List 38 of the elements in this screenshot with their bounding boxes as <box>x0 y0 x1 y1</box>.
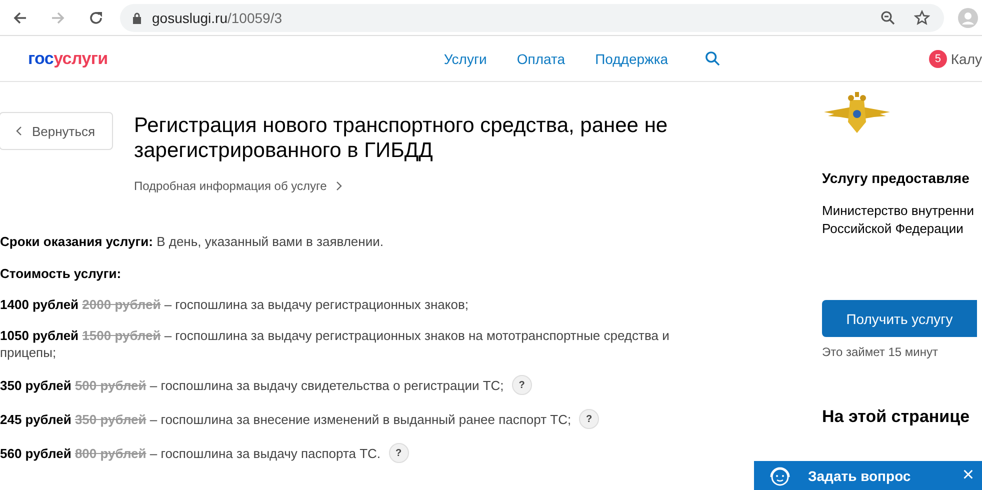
price-item: 245 рублей 350 рублей – госпошлина за внесение изменений в выданный ранее паспорт ТС; <box>0 410 572 428</box>
toc-heading: На этой странице <box>822 407 971 427</box>
star-icon[interactable] <box>914 10 930 26</box>
back-button[interactable]: Вернуться <box>0 112 113 150</box>
lock-icon <box>132 12 142 24</box>
get-service-button[interactable]: Получить услугу <box>822 300 977 337</box>
details-link[interactable]: Подробная информация об услуге <box>134 179 342 193</box>
chevron-right-icon <box>336 181 342 191</box>
price-item: 560 рублей 800 рублей – госпошлина за выдачу паспорта ТС. <box>0 444 381 462</box>
price-item: 350 рублей 500 рублей – госпошлина за выдачу свидетельства о регистрации ТС; <box>0 376 504 394</box>
support-agent-icon <box>768 464 792 486</box>
nav-link[interactable]: Услуги <box>444 50 487 66</box>
cost-label: Стоимость услуги: <box>0 265 122 282</box>
reload-icon[interactable] <box>88 10 104 26</box>
price-item: 1050 рублей 1500 рублей – госпошлина за выдачу регистрационных знаков на мототранспортные средства и прицепы; <box>0 327 670 361</box>
service-deadline: Сроки оказания услуги: В день, указанный вами в заявлении. <box>0 233 384 250</box>
logo[interactable]: госуслуги <box>28 48 108 68</box>
search-icon[interactable] <box>705 51 720 66</box>
url-text: gosuslugi.ru/10059/3 <box>152 10 282 26</box>
duration-note: Это займет 15 минут <box>822 345 939 359</box>
price-item: 1400 рублей 2000 рублей – госпошлина за выдачу регистрационных знаков; <box>0 296 468 313</box>
close-button[interactable]: × <box>962 464 974 487</box>
chevron-left-icon <box>16 126 22 136</box>
chat-bar[interactable]: Задать вопрос × <box>754 461 982 490</box>
zoom-out-icon[interactable] <box>880 10 896 26</box>
help-button[interactable]: ? <box>579 409 600 429</box>
user-name[interactable]: Калу <box>950 50 982 66</box>
nav-link[interactable]: Поддержка <box>595 50 668 66</box>
back-icon[interactable] <box>12 10 28 26</box>
provider-name: Министерство внутренни Российской Федерации <box>822 202 975 238</box>
notification-badge[interactable]: 5 <box>928 50 947 68</box>
chat-label: Задать вопрос <box>808 468 911 484</box>
nav-link[interactable]: Оплата <box>516 50 566 66</box>
provider-heading: Услугу предоставляе <box>822 170 970 186</box>
page-title: Регистрация нового транспортного средства, ранее не зарегистрированного в ГИБДД <box>134 113 669 163</box>
help-button[interactable]: ? <box>512 375 532 395</box>
help-button[interactable]: ? <box>388 443 409 463</box>
address-bar[interactable]: gosuslugi.ru/10059/3 <box>120 4 944 32</box>
